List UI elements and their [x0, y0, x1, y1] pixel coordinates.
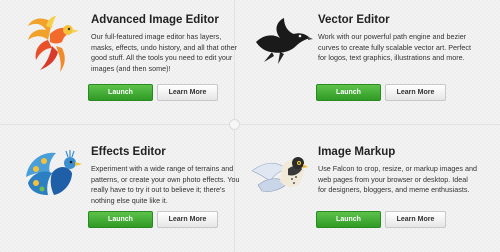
- learn-more-button[interactable]: Learn More: [157, 211, 218, 228]
- launch-button[interactable]: Launch: [316, 211, 381, 228]
- app-description: Work with our powerful path engine and b…: [318, 32, 471, 62]
- phoenix-icon: [28, 16, 79, 72]
- app-description: Experiment with a wide range of terrains…: [91, 164, 240, 205]
- horizontal-divider: [0, 124, 500, 125]
- app-card-effects-editor: Effects Editor Experiment with a wide ra…: [22, 143, 240, 248]
- app-card-image-editor: Advanced Image Editor Our full-featured …: [22, 12, 237, 117]
- launch-button[interactable]: Launch: [316, 84, 381, 101]
- app-title: Image Markup: [318, 146, 396, 158]
- peacock-icon: [26, 150, 82, 195]
- launch-button[interactable]: Launch: [88, 211, 153, 228]
- raven-icon: [256, 18, 313, 64]
- learn-more-button[interactable]: Learn More: [157, 84, 218, 101]
- app-description: Our full-featured image editor has layer…: [91, 32, 237, 73]
- falcon-icon: [251, 157, 308, 192]
- learn-more-button[interactable]: Learn More: [385, 211, 446, 228]
- learn-more-button[interactable]: Learn More: [385, 84, 446, 101]
- app-title: Vector Editor: [318, 14, 390, 26]
- app-title: Effects Editor: [91, 146, 166, 158]
- app-card-vector-editor: Vector Editor Work with our powerful pat…: [250, 12, 490, 117]
- app-description: Use Falcon to crop, resize, or markup im…: [318, 164, 477, 194]
- launch-button[interactable]: Launch: [88, 84, 153, 101]
- app-card-image-markup: Image Markup Use Falcon to crop, resize,…: [250, 143, 490, 248]
- app-title: Advanced Image Editor: [91, 14, 219, 26]
- divider-center-ornament: [229, 119, 240, 130]
